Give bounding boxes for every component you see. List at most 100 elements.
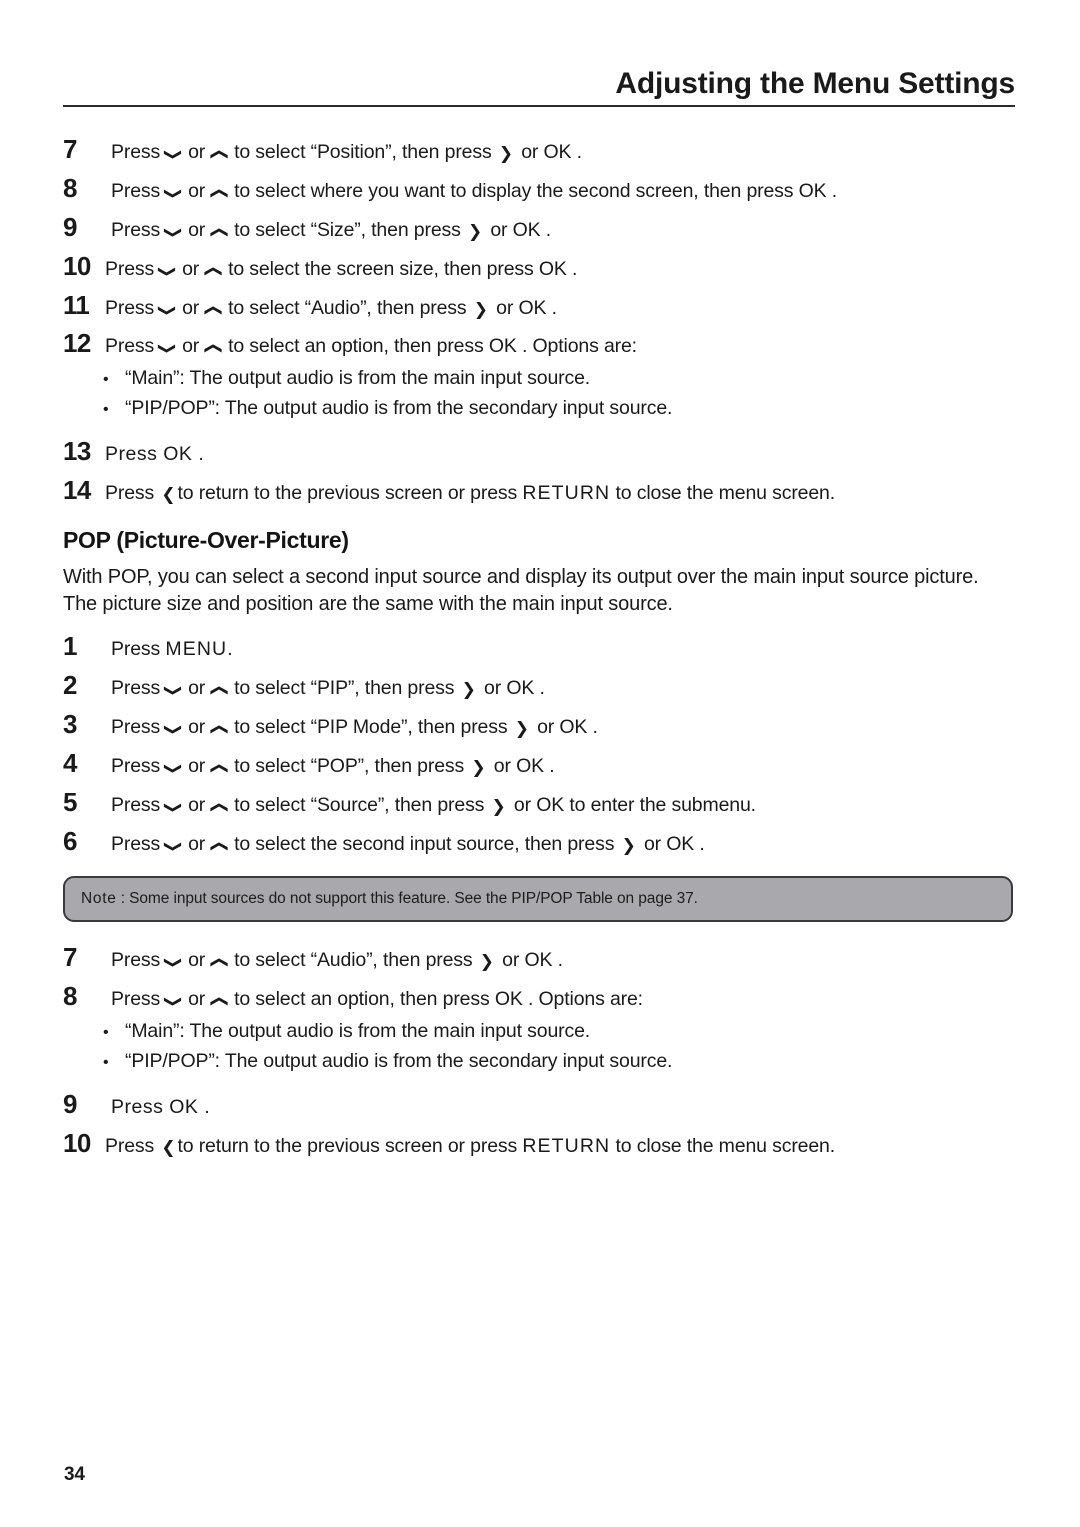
step-item: 7 Press ❯ or ❯ to select “Position”, the… bbox=[63, 134, 1023, 164]
step-text-pre: Press bbox=[105, 482, 160, 505]
down-chevron-icon: ❯ bbox=[163, 187, 185, 200]
step-text-tail: or OK . bbox=[488, 754, 555, 777]
step-item: 6 Press ❯ or ❯ to select the second inpu… bbox=[63, 826, 1023, 856]
step-text-mid: or bbox=[182, 949, 211, 972]
note-separator: : bbox=[116, 890, 130, 908]
right-chevron-icon: ❯ bbox=[461, 680, 476, 701]
down-chevron-icon: ❯ bbox=[163, 762, 185, 775]
step-item: 10 Press ❮ to return to the previous scre… bbox=[63, 1128, 1023, 1158]
step-text-mid: to return to the previous screen or pres… bbox=[177, 1134, 523, 1157]
step-item: 8 Press ❯ or ❯ to select where you want … bbox=[63, 173, 1023, 203]
left-chevron-icon: ❮ bbox=[161, 1137, 176, 1158]
down-chevron-icon: ❯ bbox=[163, 226, 185, 239]
step-text-after: to select “Audio”, then press bbox=[222, 296, 472, 319]
step-text-pre: Press bbox=[111, 141, 166, 163]
step-text: Press ❯ or ❯ to select “Audio”, then pre… bbox=[105, 949, 1023, 972]
step-item: 2 Press ❯ or ❯ to select “PIP”, then pre… bbox=[63, 670, 1023, 700]
step-text-body: Press OK . bbox=[111, 1095, 211, 1118]
step-text-pre: Press bbox=[105, 335, 160, 358]
step-text-pre: Press bbox=[111, 988, 166, 1011]
step-number: 13 bbox=[63, 436, 91, 467]
step-text: Press MENU. bbox=[105, 638, 1023, 661]
step-text-pre: Press bbox=[111, 949, 166, 972]
step-item: 9 Press ❯ or ❯ to select “Size”, then pr… bbox=[63, 212, 1023, 242]
step-text-mid: or bbox=[182, 179, 211, 202]
down-chevron-icon: ❯ bbox=[157, 303, 179, 317]
step-item: 10 Press ❯ or ❯ to select the screen siz… bbox=[63, 251, 1023, 281]
up-chevron-icon: ❯ bbox=[207, 226, 229, 239]
list-item: • “Main”: The output audio is from the m… bbox=[63, 367, 1023, 390]
return-key-label: RETURN bbox=[522, 482, 611, 505]
step-text-after: to select where you want to display the … bbox=[228, 179, 838, 202]
step-text-tail: to close the menu screen. bbox=[610, 482, 836, 505]
step-number: 5 bbox=[63, 786, 77, 817]
note-label: Note bbox=[81, 890, 117, 908]
step-item: 12 Press ❯ or ❯ to select an option, the… bbox=[63, 328, 1023, 358]
up-chevron-icon: ❯ bbox=[201, 303, 223, 317]
list-item: • “Main”: The output audio is from the m… bbox=[63, 1020, 1023, 1043]
left-chevron-icon: ❮ bbox=[161, 485, 176, 506]
right-chevron-icon: ❯ bbox=[473, 299, 488, 320]
step-number: 10 bbox=[63, 1127, 91, 1158]
step-number: 6 bbox=[63, 825, 77, 856]
step-text-pre: Press bbox=[111, 715, 166, 738]
up-chevron-icon: ❯ bbox=[207, 723, 229, 736]
up-chevron-icon: ❯ bbox=[207, 684, 229, 697]
list-item: • “PIP/POP”: The output audio is from th… bbox=[63, 397, 1023, 420]
bullet-marker-icon: • bbox=[103, 400, 109, 418]
step-item: 14 Press ❮ to return to the previous scre… bbox=[63, 475, 1023, 505]
header-divider bbox=[63, 105, 1015, 108]
step-item: 11 Press ❯ or ❯ to select “Audio”, then … bbox=[63, 290, 1023, 320]
step-text-tail: or OK to enter the submenu. bbox=[508, 793, 756, 816]
document-page: Adjusting the Menu Settings 7 Press ❯ or… bbox=[0, 0, 1080, 1527]
step-number: 10 bbox=[63, 250, 91, 281]
step-number: 3 bbox=[63, 708, 77, 739]
step-text-pre: Press bbox=[111, 179, 166, 202]
step-text-mid: or bbox=[182, 793, 211, 816]
step-text-after: to select “Source”, then press bbox=[228, 793, 490, 816]
step-text: Press ❮ to return to the previous screen … bbox=[105, 482, 1023, 505]
step-number: 1 bbox=[63, 631, 77, 662]
note-text: Note : Some input sources do not support… bbox=[81, 889, 995, 908]
right-chevron-icon: ❯ bbox=[621, 835, 636, 856]
bullet-marker-icon: • bbox=[103, 1024, 109, 1042]
step-text: Press ❯ or ❯ to select “PIP Mode”, then … bbox=[105, 716, 1023, 739]
list-item-label: “Main”: The output audio is from the mai… bbox=[125, 367, 591, 390]
step-text-mid: or bbox=[176, 296, 205, 319]
step-text: Press ❯ or ❯ to select “Source”, then pr… bbox=[105, 794, 1023, 817]
step-text-mid: or bbox=[182, 988, 211, 1011]
step-item: 3 Press ❯ or ❯ to select “PIP Mode”, the… bbox=[63, 709, 1023, 739]
step-text: Press ❯ or ❯ to select where you want to… bbox=[105, 180, 1023, 203]
step-number: 8 bbox=[63, 172, 77, 203]
down-chevron-icon: ❯ bbox=[157, 342, 179, 356]
step-text-after: to select “Audio”, then press bbox=[228, 949, 478, 972]
list-item-label: “PIP/POP”: The output audio is from the … bbox=[125, 1049, 673, 1072]
step-text: Press ❯ or ❯ to select “POP”, then press… bbox=[105, 755, 1023, 778]
step-text-pre: Press bbox=[111, 832, 166, 855]
list-item-label: “Main”: The output audio is from the mai… bbox=[125, 1020, 591, 1043]
step-text: Press ❯ or ❯ to select “Position”, then … bbox=[105, 141, 1023, 164]
step-number: 2 bbox=[63, 670, 77, 701]
up-chevron-icon: ❯ bbox=[207, 801, 229, 814]
up-chevron-icon: ❯ bbox=[207, 995, 229, 1009]
step-text: Press OK . bbox=[105, 443, 1023, 466]
step-text-tail: or OK . bbox=[515, 141, 582, 163]
step-number: 12 bbox=[63, 328, 91, 359]
step-text-pre: Press bbox=[105, 257, 160, 280]
step-item: 5 Press ❯ or ❯ to select “Source”, then … bbox=[63, 787, 1023, 817]
step-text-mid: or bbox=[182, 715, 211, 738]
step-text: Press ❮ to return to the previous screen … bbox=[105, 1135, 1023, 1158]
step-item: 7 Press ❯ or ❯ to select “Audio”, then p… bbox=[63, 942, 1023, 972]
step-text-pre: Press bbox=[111, 793, 166, 816]
step-number: 9 bbox=[63, 1088, 77, 1119]
step-item: 9 Press OK . bbox=[63, 1089, 1023, 1119]
step-text-tail: to close the menu screen. bbox=[610, 1134, 836, 1157]
audio-options-list: • “Main”: The output audio is from the m… bbox=[63, 1020, 1023, 1073]
step-text-pre: Press bbox=[111, 638, 166, 661]
step-text-mid: or bbox=[182, 141, 211, 163]
bullet-marker-icon: • bbox=[103, 371, 109, 389]
step-text-after: to select an option, then press OK . Opt… bbox=[228, 988, 643, 1011]
right-chevron-icon: ❯ bbox=[471, 757, 486, 778]
step-text: Press ❯ or ❯ to select “Audio”, then pre… bbox=[105, 297, 1023, 320]
